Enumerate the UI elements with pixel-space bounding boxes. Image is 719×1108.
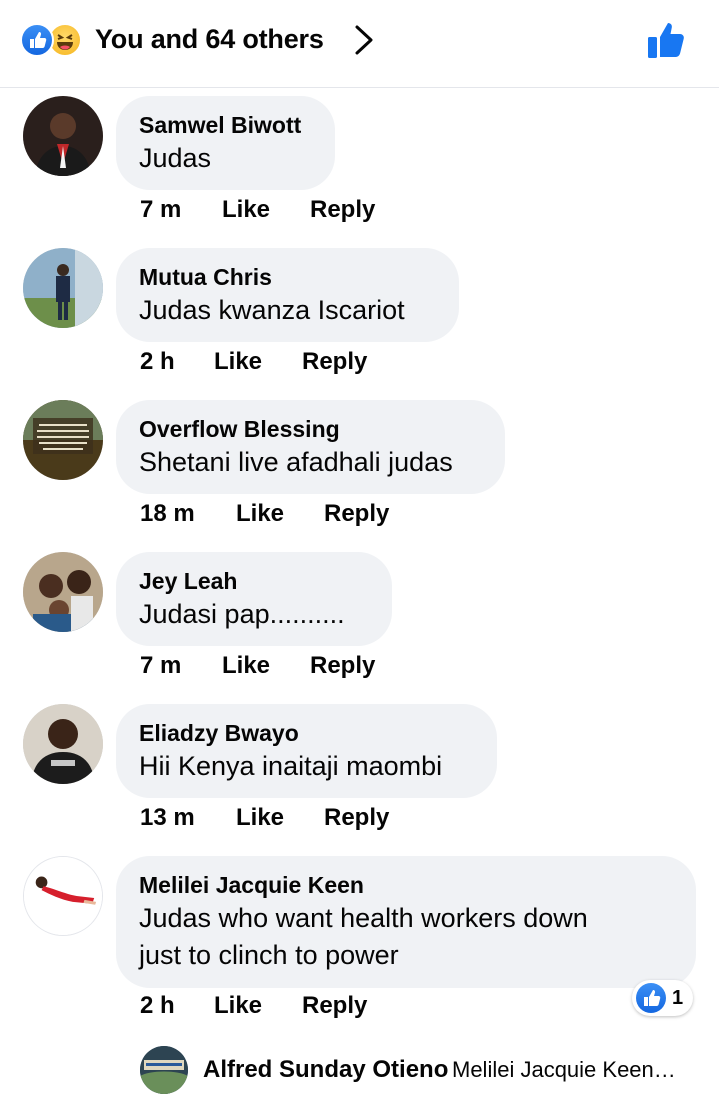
reply-preview[interactable]: Alfred Sunday Otieno Melilei Jacquie Kee… bbox=[140, 1046, 700, 1094]
reply-link[interactable]: Reply bbox=[302, 346, 367, 378]
comment-bubble[interactable]: Jey Leah Judasi pap.......... bbox=[116, 552, 392, 646]
like-link[interactable]: Like bbox=[222, 650, 310, 682]
comment-reaction-count[interactable]: 1 bbox=[632, 980, 694, 1016]
like-link[interactable]: Like bbox=[222, 194, 310, 226]
comment-time: 2 h bbox=[140, 992, 175, 1019]
reply-link[interactable]: Reply bbox=[324, 802, 389, 834]
comment-text: Shetani live afadhali judas bbox=[139, 447, 453, 477]
comment-author[interactable]: Samwel Biwott bbox=[139, 110, 311, 140]
comment-time: 7 m bbox=[140, 652, 182, 679]
reactions-header[interactable]: You and 64 others bbox=[0, 0, 719, 88]
reply-link[interactable]: Reply bbox=[310, 650, 375, 682]
reply-text: Melilei Jacquie Keen… bbox=[452, 1057, 676, 1082]
comment-actions: 18 m Like Reply bbox=[140, 498, 389, 530]
avatar[interactable] bbox=[23, 552, 103, 632]
comment-text: Judas bbox=[139, 143, 212, 173]
comment-bubble[interactable]: Samwel Biwott Judas bbox=[116, 96, 335, 190]
reply-avatar[interactable] bbox=[140, 1046, 188, 1094]
avatar[interactable] bbox=[23, 400, 103, 480]
comment-text: Judas kwanza Iscariot bbox=[139, 295, 405, 325]
comment-author[interactable]: Eliadzy Bwayo bbox=[139, 718, 473, 748]
comment-bubble[interactable]: Overflow Blessing Shetani live afadhali … bbox=[116, 400, 505, 494]
comment-bubble[interactable]: Melilei Jacquie Keen Judas who want heal… bbox=[116, 856, 696, 988]
comment-author[interactable]: Melilei Jacquie Keen bbox=[139, 870, 672, 900]
reply-link[interactable]: Reply bbox=[324, 498, 389, 530]
reaction-count: 1 bbox=[672, 986, 684, 1009]
comment-actions: 7 m Like Reply bbox=[140, 650, 375, 682]
comment-time: 18 m bbox=[140, 500, 195, 527]
comment-time: 2 h bbox=[140, 348, 175, 375]
comment-author[interactable]: Mutua Chris bbox=[139, 262, 435, 292]
reactions-title[interactable]: You and 64 others bbox=[95, 22, 324, 56]
comment-text: Hii Kenya inaitaji maombi bbox=[139, 751, 443, 781]
reaction-summary bbox=[20, 23, 90, 57]
comment-actions: 2 h Like Reply bbox=[140, 346, 367, 378]
like-link[interactable]: Like bbox=[236, 498, 324, 530]
avatar[interactable] bbox=[23, 704, 103, 784]
comment-author[interactable]: Overflow Blessing bbox=[139, 414, 481, 444]
comment-text-line: just to clinch to power bbox=[139, 940, 399, 970]
comment-text-line: Judas who want health workers down bbox=[139, 903, 588, 933]
like-thumb-icon[interactable] bbox=[643, 16, 691, 64]
comment-bubble[interactable]: Eliadzy Bwayo Hii Kenya inaitaji maombi bbox=[116, 704, 497, 798]
avatar[interactable] bbox=[23, 96, 103, 176]
avatar[interactable] bbox=[23, 856, 103, 936]
like-link[interactable]: Like bbox=[214, 346, 302, 378]
avatar[interactable] bbox=[23, 248, 103, 328]
comment-time: 7 m bbox=[140, 196, 182, 223]
comment-actions: 2 h Like Reply bbox=[140, 990, 367, 1022]
like-link[interactable]: Like bbox=[214, 990, 302, 1022]
comment-time: 13 m bbox=[140, 804, 195, 831]
reply-link[interactable]: Reply bbox=[310, 194, 375, 226]
comment-text: Judasi pap.......... bbox=[139, 599, 345, 629]
comment-author[interactable]: Jey Leah bbox=[139, 566, 368, 596]
comment-actions: 7 m Like Reply bbox=[140, 194, 375, 226]
like-link[interactable]: Like bbox=[236, 802, 324, 834]
comment-bubble[interactable]: Mutua Chris Judas kwanza Iscariot bbox=[116, 248, 459, 342]
reply-author[interactable]: Alfred Sunday Otieno bbox=[203, 1054, 448, 1086]
like-reaction-icon bbox=[20, 23, 54, 57]
like-reaction-icon bbox=[636, 983, 666, 1013]
chevron-right-icon[interactable] bbox=[352, 24, 376, 56]
comment-actions: 13 m Like Reply bbox=[140, 802, 389, 834]
reply-link[interactable]: Reply bbox=[302, 990, 367, 1022]
